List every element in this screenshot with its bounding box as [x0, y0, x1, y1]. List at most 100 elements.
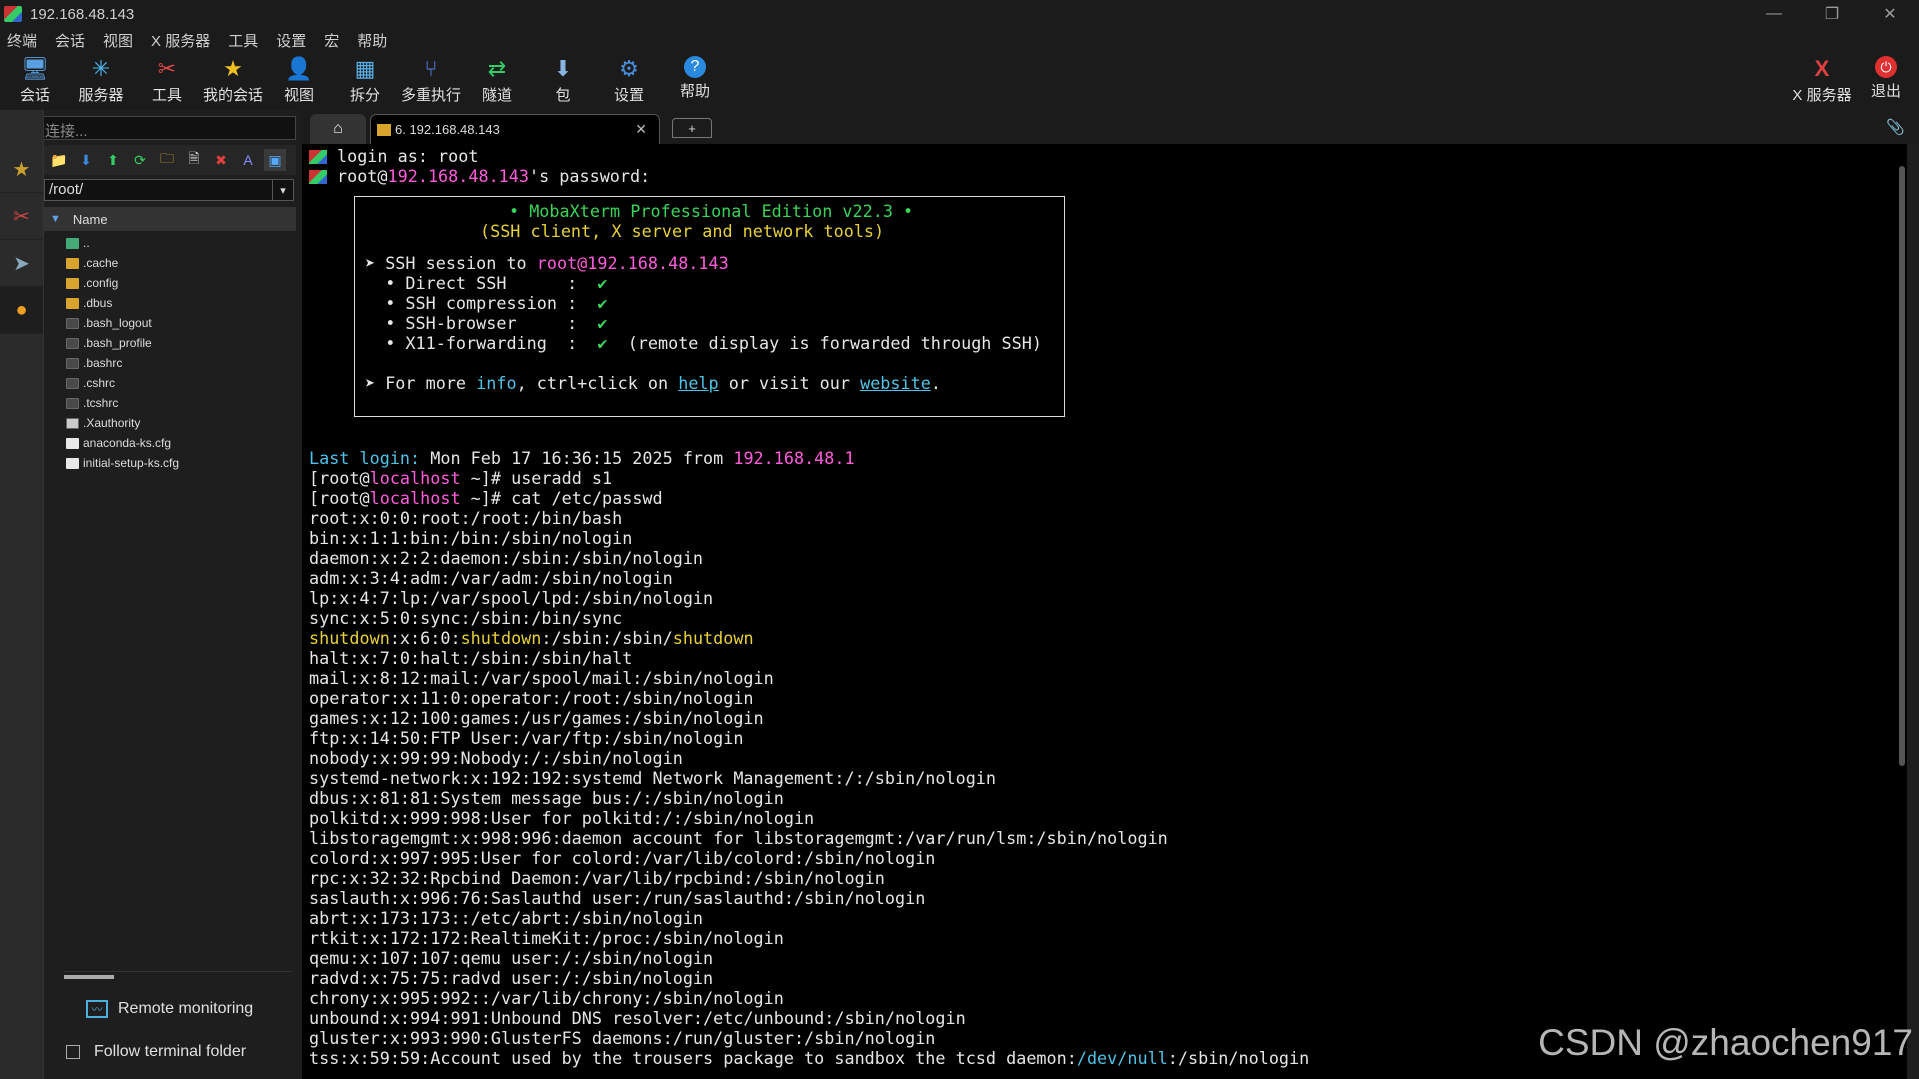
toggle-hidden-icon[interactable]: ▣	[264, 149, 286, 171]
folder-icon	[66, 257, 79, 269]
follow-terminal-label: Follow terminal folder	[94, 1043, 247, 1060]
cfg-file-icon	[66, 437, 79, 449]
session-button[interactable]: 🖥 会话	[2, 56, 68, 105]
new-tab-button[interactable]: +	[672, 118, 712, 138]
download-icon[interactable]: ⬇	[75, 149, 97, 171]
refresh-icon[interactable]: ⟳	[129, 149, 151, 171]
last-login-line: Last login: Mon Feb 17 16:36:15 2025 fro…	[309, 448, 855, 468]
list-item[interactable]: initial-setup-ks.cfg	[44, 453, 296, 473]
power-icon: ⏻	[1875, 56, 1897, 78]
menu-help[interactable]: 帮助	[357, 30, 387, 51]
list-item[interactable]: .Xauthority	[44, 413, 296, 433]
menu-x-server[interactable]: X 服务器	[151, 30, 210, 51]
new-file-icon[interactable]: 🗎	[183, 149, 205, 171]
horizontal-scrollbar[interactable]	[64, 975, 114, 979]
delete-icon[interactable]: ✖	[210, 149, 232, 171]
banner-more: ➤ For more info, ctrl+click on help or v…	[365, 373, 941, 393]
list-item[interactable]: .bash_logout	[44, 313, 296, 333]
follow-terminal-checkbox[interactable]: Follow terminal folder	[66, 1043, 246, 1061]
pw-user: root@	[337, 166, 388, 186]
terminal-view[interactable]: login as: root root@192.168.48.143's pas…	[302, 144, 1907, 1079]
close-window-button[interactable]: ✕	[1861, 0, 1919, 28]
list-item[interactable]: .bash_profile	[44, 333, 296, 353]
list-item[interactable]: .config	[44, 273, 296, 293]
file-name: anaconda-ks.cfg	[83, 436, 172, 450]
remote-monitoring-button[interactable]: 〰 Remote monitoring	[86, 1000, 253, 1018]
file-icon	[66, 337, 79, 349]
rename-icon[interactable]: A	[237, 149, 259, 171]
parent-dir-icon	[66, 237, 79, 249]
dev-null: /dev/null	[1076, 1048, 1168, 1068]
help-button[interactable]: ? 帮助	[662, 56, 728, 101]
passwd-line: colord:x:997:995:User for colord:/var/li…	[309, 848, 936, 868]
menu-macros[interactable]: 宏	[324, 30, 339, 51]
tools-button[interactable]: ✂ 工具	[134, 56, 200, 105]
multiexec-button[interactable]: ⑂ 多重执行	[398, 56, 464, 105]
file-name: .dbus	[83, 296, 113, 310]
file-name: initial-setup-ks.cfg	[83, 456, 180, 470]
vertical-scrollbar[interactable]	[1899, 166, 1905, 766]
my-sessions-button[interactable]: ★ 我的会话	[200, 56, 266, 105]
list-item[interactable]: .cache	[44, 253, 296, 273]
menu-view[interactable]: 视图	[103, 30, 133, 51]
list-item[interactable]: .cshrc	[44, 373, 296, 393]
tunnel-icon: ⇄	[487, 56, 507, 81]
close-icon[interactable]: ✕	[635, 121, 647, 138]
check-icon: ✔	[597, 333, 608, 353]
home-tab[interactable]: ⌂	[310, 114, 366, 144]
list-item[interactable]: .tcshrc	[44, 393, 296, 413]
new-folder-icon[interactable]: 🗀	[156, 149, 178, 171]
prompt: ~]#	[460, 488, 512, 508]
csdn-watermark: CSDN @zhaochen917	[1538, 1022, 1913, 1063]
tab-session[interactable]: 6. 192.168.48.143 ✕	[370, 114, 660, 144]
menu-tools[interactable]: 工具	[228, 30, 258, 51]
session-icon: 🖥	[21, 56, 49, 81]
info-link[interactable]: info	[476, 373, 516, 393]
sftp-path-input[interactable]: /root/ ▾	[44, 179, 294, 201]
folder-icon	[66, 297, 79, 309]
packages-button[interactable]: ⬇ 包	[530, 56, 596, 105]
list-item[interactable]: ..	[44, 233, 296, 253]
paperclip-icon[interactable]: 📎	[1886, 118, 1905, 136]
banner-feature: • SSH-browser : ✔	[365, 313, 607, 333]
sftp-sidebar-icon[interactable]: ●	[0, 287, 43, 334]
list-item[interactable]: anaconda-ks.cfg	[44, 433, 296, 453]
more-text: or visit our	[718, 373, 861, 393]
help-link[interactable]: help	[678, 373, 718, 393]
passwd-line: lp:x:4:7:lp:/var/spool/lpd:/sbin/nologin	[309, 588, 714, 608]
list-item[interactable]: .dbus	[44, 293, 296, 313]
passwd-text: tss:x:59:59:Account used by the trousers…	[309, 1048, 1077, 1068]
more-text: .	[930, 373, 941, 393]
tools-sidebar-icon[interactable]: ✂	[0, 193, 43, 240]
x-server-button[interactable]: XX 服务器	[1788, 56, 1856, 105]
parent-folder-icon[interactable]: 📁	[48, 149, 70, 171]
menu-sessions[interactable]: 会话	[55, 30, 85, 51]
home-icon: ⌂	[333, 120, 343, 137]
sessions-star-icon[interactable]: ★	[0, 146, 43, 193]
passwd-line: rpc:x:32:32:Rpcbind Daemon:/var/lib/rpcb…	[309, 868, 885, 888]
file-name: .config	[83, 276, 119, 290]
quick-connect-input[interactable]: 快速连接...	[2, 116, 296, 140]
passwd-line: root:x:0:0:root:/root:/bin/bash	[309, 508, 623, 528]
exit-button[interactable]: ⏻ 退出	[1856, 56, 1916, 101]
multiexec-icon: ⑂	[424, 56, 438, 81]
minimize-button[interactable]: —	[1745, 0, 1803, 28]
check-icon: ✔	[597, 273, 608, 293]
list-item[interactable]: .bashrc	[44, 353, 296, 373]
restore-button[interactable]: ❐	[1803, 0, 1861, 28]
settings-button[interactable]: ⚙ 设置	[596, 56, 662, 105]
servers-button[interactable]: ✳ 服务器	[68, 56, 134, 105]
tunnel-button[interactable]: ⇄ 隧道	[464, 56, 530, 105]
send-sidebar-icon[interactable]: ➤	[0, 240, 43, 287]
file-list-header[interactable]: ▼ Name	[44, 207, 296, 231]
passwd-line: operator:x:11:0:operator:/root:/sbin/nol…	[309, 688, 754, 708]
checkbox[interactable]	[66, 1045, 80, 1059]
menu-terminal[interactable]: 终端	[7, 30, 37, 51]
menu-settings[interactable]: 设置	[276, 30, 306, 51]
chevron-down-icon[interactable]: ▾	[272, 180, 293, 200]
file-icon	[66, 317, 79, 329]
split-button[interactable]: ▦ 拆分	[332, 56, 398, 105]
upload-icon[interactable]: ⬆	[102, 149, 124, 171]
view-button[interactable]: 👤 视图	[266, 56, 332, 105]
website-link[interactable]: website	[860, 373, 931, 393]
